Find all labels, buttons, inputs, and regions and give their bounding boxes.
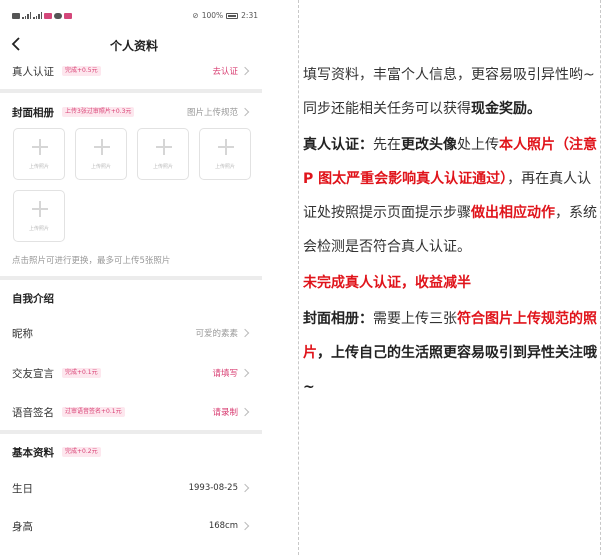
battery-icon bbox=[226, 12, 239, 19]
dashed-divider-right bbox=[600, 0, 601, 555]
photo-slot[interactable]: 上传照片 bbox=[13, 190, 65, 242]
verify-heading: 真人认证： bbox=[303, 137, 373, 153]
plus-icon bbox=[94, 139, 110, 155]
section-divider bbox=[0, 430, 262, 434]
height-value-wrap: 168cm bbox=[209, 516, 250, 536]
section-divider bbox=[0, 276, 262, 280]
album-reward-badge: 上传3张过审照片+0.3元 bbox=[62, 107, 135, 117]
nickname-value: 可爱的素素 bbox=[195, 329, 238, 339]
clock: 2:31 bbox=[241, 11, 258, 20]
album-rules-link[interactable]: 图片上传规范 bbox=[187, 102, 250, 122]
verify-row[interactable]: 真人认证 完成+0.5元 去认证 bbox=[12, 61, 250, 81]
declaration-row[interactable]: 交友宣言 完成+0.1元 请填写 bbox=[12, 363, 250, 383]
chevron-right-icon bbox=[240, 407, 250, 417]
nickname-label: 昵称 bbox=[12, 327, 33, 340]
chevron-right-icon bbox=[240, 483, 250, 493]
intro-section-title: 自我介绍 bbox=[12, 292, 54, 305]
album-label: 封面相册 bbox=[12, 106, 54, 119]
chevron-right-icon bbox=[240, 521, 250, 531]
verify-action-label: 去认证 bbox=[212, 67, 238, 77]
paragraph-intro: 填写资料，丰富个人信息，更容易吸引异性哟~同步还能相关任务可以获得现金奖励。 bbox=[303, 58, 599, 126]
basic-reward-badge: 完成+0.2元 bbox=[62, 447, 101, 457]
voice-reward-badge: 过审语音签名+0.1元 bbox=[62, 407, 125, 417]
declaration-reward-badge: 完成+0.1元 bbox=[62, 368, 101, 378]
status-icons-left bbox=[12, 12, 72, 19]
phone-screen: ⊘ 100% 2:31 个人资料 真人认证 完成+0.5元 去认证 封面相册 上… bbox=[0, 0, 268, 555]
album-text-bold: ，上传自己的生活照更容易吸引到异性关注哦~ bbox=[303, 345, 597, 395]
intro-text: 填写资料，丰富个人信息，更容易吸引异性哟~同步还能相关任务可以获得 bbox=[303, 67, 595, 117]
height-row[interactable]: 身高 168cm bbox=[12, 516, 250, 536]
album-header: 封面相册 上传3张过审照片+0.3元 图片上传规范 bbox=[12, 102, 250, 122]
photo-slot-label: 上传照片 bbox=[214, 164, 235, 170]
chevron-right-icon bbox=[240, 368, 250, 378]
instructions-text: 填写资料，丰富个人信息，更容易吸引异性哟~同步还能相关任务可以获得现金奖励。 真… bbox=[303, 58, 599, 404]
section-divider bbox=[0, 89, 262, 93]
album-rules-label: 图片上传规范 bbox=[186, 108, 238, 118]
verify-reward-badge: 完成+0.5元 bbox=[62, 66, 101, 76]
photo-slot-label: 上传照片 bbox=[28, 164, 49, 170]
chevron-right-icon bbox=[240, 66, 250, 76]
height-value: 168cm bbox=[208, 521, 238, 531]
declaration-label: 交友宣言 bbox=[12, 367, 54, 380]
verify-text-a: 先在 bbox=[373, 137, 401, 153]
mute-icon: ⊘ bbox=[192, 11, 199, 20]
income-halved-red: 未完成真人认证，收益减半 bbox=[303, 275, 471, 291]
nickname-value-wrap: 可爱的素素 bbox=[195, 323, 250, 343]
plus-icon bbox=[218, 139, 234, 155]
voice-row[interactable]: 语音签名 过审语音签名+0.1元 请录制 bbox=[12, 402, 250, 422]
verify-text-b: 处上传 bbox=[457, 137, 499, 153]
declaration-action[interactable]: 请填写 bbox=[212, 363, 250, 383]
chevron-right-icon bbox=[240, 107, 250, 117]
app-notification-icon-2 bbox=[64, 12, 72, 19]
change-avatar-bold: 更改头像 bbox=[401, 137, 457, 153]
dashed-divider bbox=[298, 0, 299, 555]
battery-percent: 100% bbox=[201, 11, 224, 20]
voice-action-label: 请录制 bbox=[212, 408, 238, 418]
plus-icon bbox=[32, 201, 48, 217]
cash-reward-bold: 现金奖励。 bbox=[471, 101, 541, 117]
album-heading: 封面相册： bbox=[303, 311, 373, 327]
intro-section-header: 自我介绍 bbox=[12, 288, 250, 308]
paragraph-album: 封面相册：需要上传三张符合图片上传规范的照片，上传自己的生活照更容易吸引到异性关… bbox=[303, 302, 599, 404]
photo-slot[interactable]: 上传照片 bbox=[199, 128, 251, 180]
photo-slot[interactable]: 上传照片 bbox=[137, 128, 189, 180]
photo-slot-label: 上传照片 bbox=[90, 164, 111, 170]
paragraph-verify: 真人认证：先在更改头像处上传本人照片（注意 P 图太严重会影响真人认证通过），再… bbox=[303, 128, 599, 264]
signal-icon-2 bbox=[33, 12, 42, 19]
paragraph-warning: 未完成真人认证，收益减半 bbox=[303, 266, 599, 300]
basic-section-title: 基本资料 bbox=[12, 446, 54, 459]
photo-slot-label: 上传照片 bbox=[152, 164, 173, 170]
voice-action[interactable]: 请录制 bbox=[212, 402, 250, 422]
status-bar: ⊘ 100% 2:31 bbox=[0, 0, 268, 24]
photo-slot[interactable]: 上传照片 bbox=[75, 128, 127, 180]
height-label: 身高 bbox=[12, 520, 33, 533]
page-title: 个人资料 bbox=[109, 39, 158, 53]
message-icon bbox=[54, 12, 62, 19]
app-notification-icon bbox=[44, 12, 52, 19]
photo-slot-label: 上传照片 bbox=[28, 226, 49, 232]
plus-icon bbox=[156, 139, 172, 155]
birthday-value: 1993-08-25 bbox=[188, 483, 238, 493]
album-text-a: 需要上传三张 bbox=[373, 311, 457, 327]
birthday-label: 生日 bbox=[12, 482, 33, 495]
signal-icon bbox=[22, 12, 31, 19]
verify-action[interactable]: 去认证 bbox=[212, 61, 250, 81]
basic-section-header: 基本资料 完成+0.2元 bbox=[12, 442, 250, 462]
photo-slot[interactable]: 上传照片 bbox=[13, 128, 65, 180]
status-icons-right: ⊘ 100% 2:31 bbox=[192, 11, 258, 20]
verify-label: 真人认证 bbox=[12, 65, 54, 78]
action-red: 做出相应动作 bbox=[471, 205, 555, 221]
voice-label: 语音签名 bbox=[12, 406, 54, 419]
birthday-value-wrap: 1993-08-25 bbox=[189, 478, 250, 498]
birthday-row[interactable]: 生日 1993-08-25 bbox=[12, 478, 250, 498]
nav-bar: 个人资料 bbox=[0, 30, 268, 58]
nickname-row[interactable]: 昵称 可爱的素素 bbox=[12, 323, 250, 343]
plus-icon bbox=[32, 139, 48, 155]
chevron-right-icon bbox=[240, 328, 250, 338]
album-hint: 点击照片可进行更换，最多可上传5张照片 bbox=[12, 256, 171, 266]
sim-icon bbox=[12, 12, 20, 19]
declaration-action-label: 请填写 bbox=[212, 369, 238, 379]
